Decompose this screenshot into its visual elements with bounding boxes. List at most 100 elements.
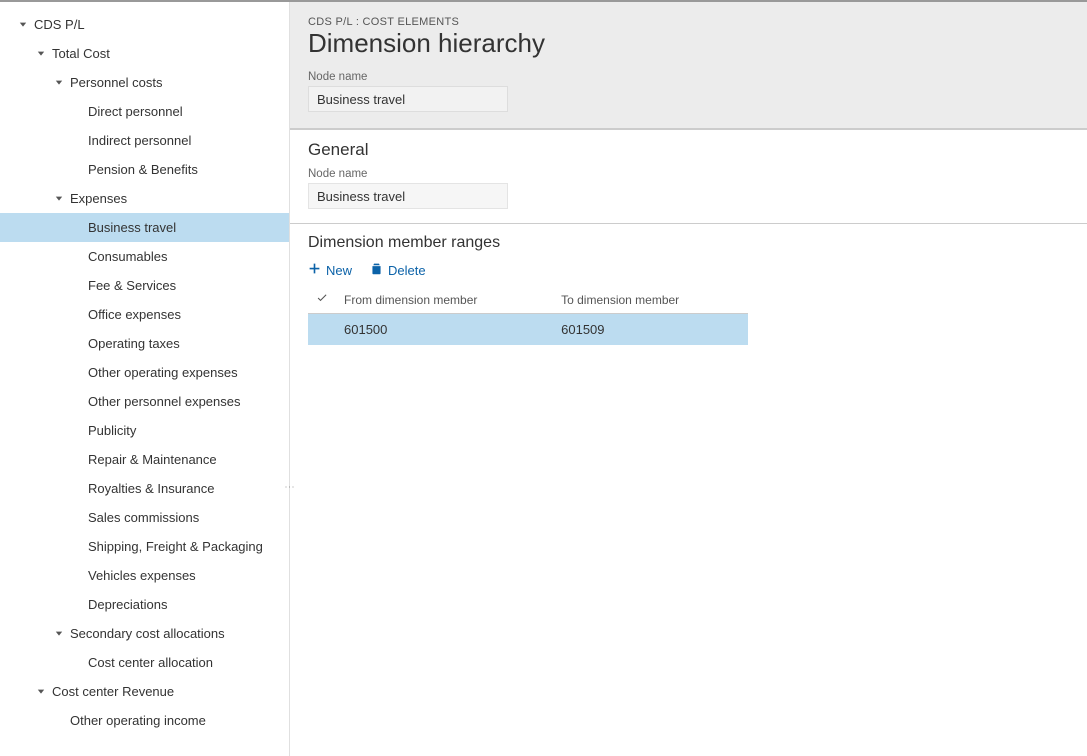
tree-node[interactable]: Fee & Services — [0, 271, 289, 300]
caret-expanded-icon[interactable] — [54, 78, 64, 88]
tree-node-label: Personnel costs — [70, 75, 163, 90]
tree-node-label: Consumables — [88, 249, 168, 264]
trash-icon — [370, 262, 383, 278]
tree-node[interactable]: Publicity — [0, 416, 289, 445]
general-node-name-input[interactable] — [308, 183, 508, 209]
tree-node-label: Cost center allocation — [88, 655, 213, 670]
caret-spacer — [72, 426, 82, 436]
caret-spacer — [72, 600, 82, 610]
general-section: General Node name — [290, 129, 1087, 223]
tree-node[interactable]: Operating taxes — [0, 329, 289, 358]
caret-spacer — [72, 223, 82, 233]
caret-spacer — [72, 368, 82, 378]
caret-expanded-icon[interactable] — [18, 20, 28, 30]
caret-expanded-icon[interactable] — [54, 629, 64, 639]
caret-spacer — [54, 716, 64, 726]
caret-spacer — [72, 136, 82, 146]
ranges-section-title: Dimension member ranges — [308, 234, 1069, 252]
tree-node-label: Sales commissions — [88, 510, 199, 525]
tree-node[interactable]: Repair & Maintenance — [0, 445, 289, 474]
tree-node[interactable]: Consumables — [0, 242, 289, 271]
plus-icon — [308, 262, 321, 278]
tree-node[interactable]: Other operating expenses — [0, 358, 289, 387]
tree-node[interactable]: Direct personnel — [0, 97, 289, 126]
tree-node-label: Business travel — [88, 220, 176, 235]
caret-spacer — [72, 571, 82, 581]
tree-node[interactable]: Cost center allocation — [0, 648, 289, 677]
tree-node-label: Pension & Benefits — [88, 162, 198, 177]
caret-spacer — [72, 281, 82, 291]
tree-node-label: Other operating income — [70, 713, 206, 728]
top-node-name-field: Node name — [308, 71, 1069, 112]
general-node-name-label: Node name — [308, 168, 1069, 180]
tree-node[interactable]: Office expenses — [0, 300, 289, 329]
new-button[interactable]: New — [308, 260, 352, 280]
grid-header-from[interactable]: From dimension member — [336, 286, 553, 314]
tree-node[interactable]: Indirect personnel — [0, 126, 289, 155]
tree-node-label: Cost center Revenue — [52, 684, 174, 699]
tree-node[interactable]: Total Cost — [0, 39, 289, 68]
tree-node[interactable]: Depreciations — [0, 590, 289, 619]
grid-header-check[interactable] — [308, 286, 336, 314]
tree-node-label: Direct personnel — [88, 104, 183, 119]
tree-node[interactable]: Sales commissions — [0, 503, 289, 532]
tree-node[interactable]: Pension & Benefits — [0, 155, 289, 184]
tree-node[interactable]: Other personnel expenses — [0, 387, 289, 416]
tree-node-label: Office expenses — [88, 307, 181, 322]
ranges-toolbar: New Delete — [308, 260, 1069, 280]
breadcrumb: CDS P/L : COST ELEMENTS — [308, 16, 1069, 28]
caret-spacer — [72, 310, 82, 320]
caret-expanded-icon[interactable] — [36, 49, 46, 59]
tree-node-label: Secondary cost allocations — [70, 626, 225, 641]
tree-node-label: Other personnel expenses — [88, 394, 240, 409]
caret-spacer — [72, 107, 82, 117]
tree-node-label: Depreciations — [88, 597, 168, 612]
tree-node-label: CDS P/L — [34, 17, 85, 32]
caret-spacer — [72, 165, 82, 175]
tree-node[interactable]: Personnel costs — [0, 68, 289, 97]
from-member-cell[interactable]: 601500 — [336, 314, 553, 346]
caret-spacer — [72, 252, 82, 262]
tree-node[interactable]: Other operating income — [0, 706, 289, 735]
ranges-section: Dimension member ranges New Delete From … — [290, 223, 1087, 359]
caret-spacer — [72, 542, 82, 552]
caret-spacer — [72, 658, 82, 668]
tree-sidebar: CDS P/L Total Cost Personnel costs Direct p… — [0, 2, 290, 756]
tree-node-label: Indirect personnel — [88, 133, 191, 148]
tree-node[interactable]: CDS P/L — [0, 10, 289, 39]
caret-spacer — [72, 455, 82, 465]
tree-node[interactable]: Vehicles expenses — [0, 561, 289, 590]
caret-expanded-icon[interactable] — [54, 194, 64, 204]
tree-node[interactable]: Secondary cost allocations — [0, 619, 289, 648]
tree-node[interactable]: Royalties & Insurance — [0, 474, 289, 503]
node-name-label: Node name — [308, 71, 1069, 83]
tree-node-label: Fee & Services — [88, 278, 176, 293]
tree-node[interactable]: Expenses — [0, 184, 289, 213]
tree-node[interactable]: Cost center Revenue — [0, 677, 289, 706]
node-name-input[interactable] — [308, 86, 508, 112]
general-section-title: General — [308, 140, 1069, 160]
to-member-cell[interactable]: 601509 — [553, 314, 748, 346]
ranges-grid: From dimension member To dimension membe… — [308, 286, 748, 345]
tree-node[interactable]: Business travel — [0, 213, 289, 242]
tree-node-label: Repair & Maintenance — [88, 452, 217, 467]
tree-node-label: Shipping, Freight & Packaging — [88, 539, 263, 554]
tree-node-label: Vehicles expenses — [88, 568, 196, 583]
general-node-name-field: Node name — [308, 168, 1069, 209]
tree-node-label: Royalties & Insurance — [88, 481, 214, 496]
grid-header-to[interactable]: To dimension member — [553, 286, 748, 314]
caret-expanded-icon[interactable] — [36, 687, 46, 697]
row-check-cell[interactable] — [308, 314, 336, 346]
new-button-label: New — [326, 263, 352, 278]
delete-button[interactable]: Delete — [370, 260, 426, 280]
table-row[interactable]: 601500601509 — [308, 314, 748, 346]
main-content: CDS P/L : COST ELEMENTS Dimension hierar… — [290, 2, 1087, 756]
caret-spacer — [72, 397, 82, 407]
page-header: CDS P/L : COST ELEMENTS Dimension hierar… — [290, 2, 1087, 129]
page-title: Dimension hierarchy — [308, 28, 1069, 59]
caret-spacer — [72, 484, 82, 494]
tree-node[interactable]: Shipping, Freight & Packaging — [0, 532, 289, 561]
sidebar-resizer[interactable]: ⋮ — [285, 2, 293, 756]
delete-button-label: Delete — [388, 263, 426, 278]
resizer-dots-icon: ⋮ — [284, 482, 295, 491]
